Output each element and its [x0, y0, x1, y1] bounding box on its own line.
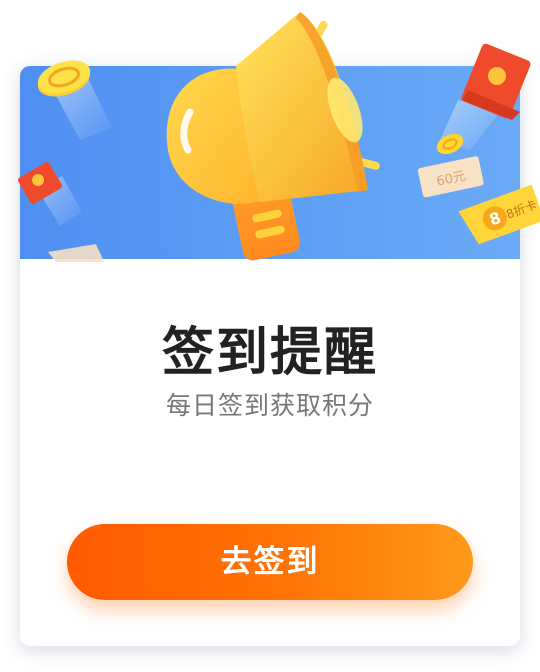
page: 签到提醒 每日签到获取积分 去签到 60元 8 8折卡: [0, 0, 540, 672]
dialog-subtitle: 每日签到获取积分: [165, 391, 374, 420]
dialog-title: 签到提醒: [161, 323, 378, 383]
go-signin-button[interactable]: 去签到: [67, 524, 473, 600]
banner: [20, 66, 520, 259]
